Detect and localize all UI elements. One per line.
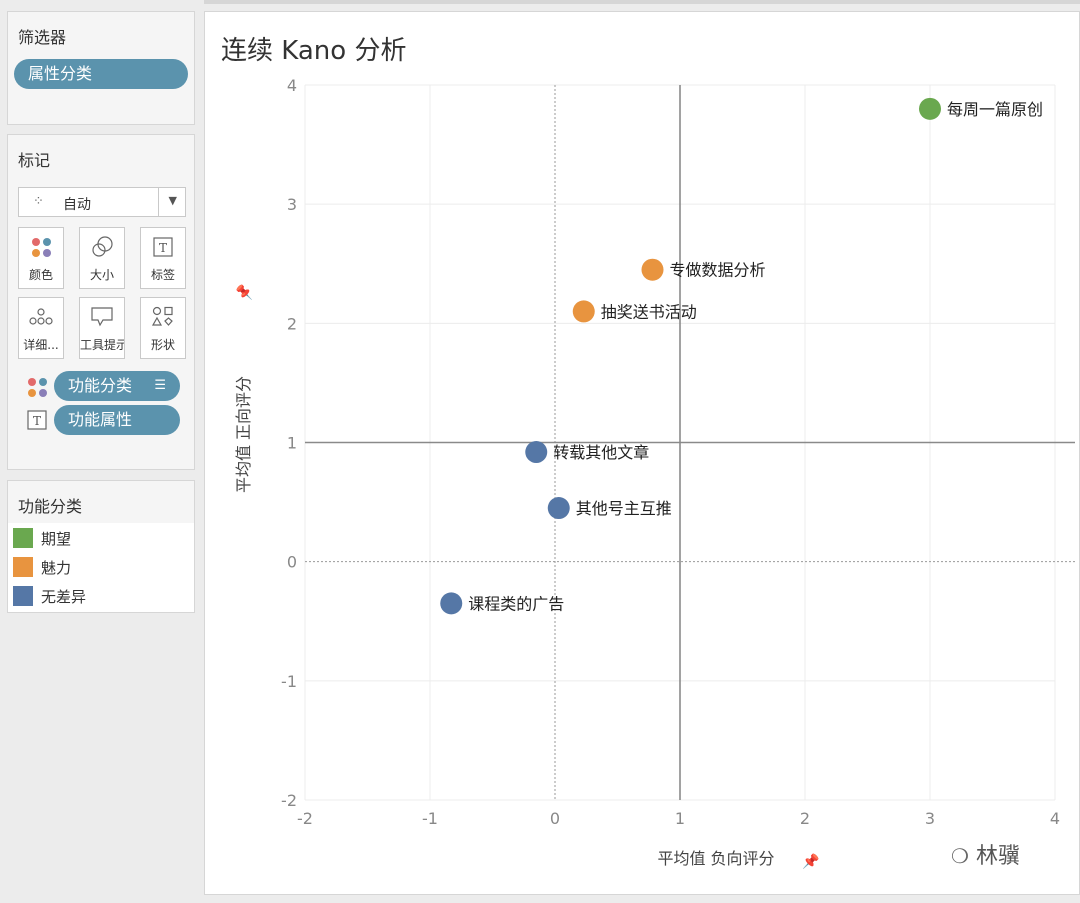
marks-title: 标记 (18, 151, 51, 170)
marks-label-button[interactable]: T 标签 (140, 227, 186, 289)
legend-swatch (13, 528, 33, 548)
marks-panel: 标记 ⁘ 自动 ▼ 颜色 大小 T 标签 详细... 工具提示 形状 功能分类 … (7, 134, 195, 470)
data-point (547, 497, 570, 520)
marks-shape-button[interactable]: 形状 (140, 297, 186, 359)
svg-text:T: T (33, 414, 41, 428)
svg-text:T: T (159, 241, 167, 255)
marks-size-label: 大小 (89, 268, 114, 282)
mark-type-dropdown[interactable]: ⁘ 自动 ▼ (18, 187, 186, 217)
label-icon: T (141, 236, 185, 258)
legend-title: 功能分类 (18, 497, 83, 516)
marks-size-button[interactable]: 大小 (79, 227, 125, 289)
chart-panel: 连续 Kano 分析 4 3 2 1 0 -1 -2 -2 -1 0 1 2 3 4 平均值 负向评分 平均值… (204, 11, 1080, 895)
data-label: 课程类的广告 (468, 594, 564, 613)
x-tick-label: 1 (675, 809, 685, 828)
filters-panel: 筛选器 属性分类 (7, 11, 195, 125)
color-icon (19, 236, 63, 258)
legend-body: 期望 魅力 无差异 (8, 523, 194, 612)
marks-tooltip-label: 工具提示 (80, 338, 124, 352)
y-tick-label: -2 (281, 791, 297, 810)
legend-swatch (13, 586, 33, 606)
data-point (572, 300, 595, 323)
y-axis-title: 平均值 正向评分 (234, 376, 253, 493)
marks-tooltip-button[interactable]: 工具提示 (79, 297, 125, 359)
data-label: 转载其他文章 (553, 443, 649, 462)
marks-label-label: 标签 (150, 268, 175, 282)
data-label: 抽奖送书活动 (601, 302, 697, 321)
data-point (525, 441, 548, 464)
y-tick-label: -1 (281, 672, 297, 691)
watermark: ❍ 林骥 (951, 838, 1020, 870)
y-tick-label: 3 (287, 195, 297, 214)
y-tick-label: 2 (287, 314, 297, 333)
filters-title: 筛选器 (18, 28, 67, 47)
chevron-down-icon: ▼ (168, 194, 177, 207)
auto-mark-icon: ⁘ (33, 194, 44, 209)
x-tick-label: -2 (297, 809, 313, 828)
x-axis-title: 平均值 负向评分 (657, 849, 774, 868)
field-pill-feature-attribute[interactable]: 功能属性 (54, 405, 180, 435)
data-point (641, 258, 664, 281)
field-label-icon: T (26, 409, 48, 435)
data-point (919, 97, 941, 120)
detail-icon (19, 306, 63, 328)
field-pill-feature-category-label: 功能分类 (68, 376, 133, 395)
legend-panel: 功能分类 期望 魅力 无差异 (7, 480, 195, 613)
data-label: 专做数据分析 (670, 261, 766, 280)
data-label: 其他号主互推 (576, 499, 672, 518)
sort-icon: ☰ (154, 378, 166, 393)
x-tick-label: 3 (925, 809, 935, 828)
pin-icon: 📌 (235, 283, 253, 301)
x-tick-label: -1 (422, 809, 438, 828)
watermark-text: 林骥 (975, 844, 1020, 869)
filter-pill-attribute-category[interactable]: 属性分类 (14, 59, 188, 89)
mark-type-value: 自动 (63, 197, 91, 213)
field-color-icon (28, 378, 47, 397)
dropdown-divider (158, 188, 159, 216)
y-tick-label: 4 (287, 76, 297, 95)
size-icon (80, 236, 124, 258)
x-tick-label: 2 (800, 809, 810, 828)
data-label: 每周一篇原创 (947, 100, 1043, 119)
x-tick-label: 4 (1050, 809, 1060, 828)
shape-icon (141, 306, 185, 328)
y-tick-label: 1 (287, 434, 297, 453)
marks-detail-button[interactable]: 详细... (18, 297, 64, 359)
x-tick-label: 0 (550, 809, 560, 828)
legend-item-label: 魅力 (41, 559, 72, 577)
wechat-icon: ❍ (951, 844, 969, 868)
marks-shape-label: 形状 (150, 338, 175, 352)
marks-color-label: 颜色 (28, 268, 53, 282)
y-tick-label: 0 (287, 553, 297, 572)
field-pill-feature-category[interactable]: 功能分类 ☰ (54, 371, 180, 401)
legend-item-label: 无差异 (41, 588, 87, 606)
marks-detail-label: 详细... (23, 338, 59, 352)
pin-icon: 📌 (802, 852, 820, 870)
top-strip (204, 0, 1080, 4)
data-point (440, 592, 463, 615)
tooltip-icon (80, 306, 124, 328)
legend-item-label: 期望 (41, 530, 72, 548)
kano-scatter-chart[interactable]: 4 3 2 1 0 -1 -2-2 -1 0 1 2 3 4 平均值 负向评分 平均值 正向评分 📌 📌 每周一篇… (205, 12, 1079, 894)
marks-color-button[interactable]: 颜色 (18, 227, 64, 289)
legend-swatch (13, 557, 33, 577)
